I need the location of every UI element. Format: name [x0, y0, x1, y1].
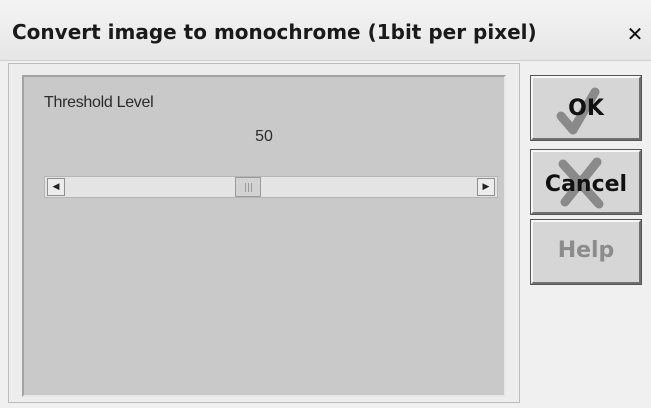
threshold-panel: [22, 75, 506, 397]
cancel-label: Cancel: [544, 172, 628, 197]
right-arrow-icon[interactable]: ▶: [477, 178, 495, 196]
window-title: Convert image to monochrome (1bit per pi…: [12, 20, 537, 44]
close-icon[interactable]: ✕: [625, 24, 645, 44]
cancel-button[interactable]: Cancel: [530, 149, 642, 215]
threshold-value: 50: [255, 128, 273, 145]
threshold-label: Threshold Level: [44, 94, 154, 111]
monochrome-dialog: Convert image to monochrome (1bit per pi…: [0, 0, 651, 408]
scrollbar-thumb[interactable]: [234, 177, 261, 197]
help-button[interactable]: Help: [530, 219, 642, 285]
ok-button[interactable]: OK: [530, 75, 642, 141]
title-bar[interactable]: Convert image to monochrome (1bit per pi…: [0, 0, 651, 61]
left-arrow-icon[interactable]: ◀: [47, 178, 65, 196]
threshold-scrollbar[interactable]: ◀ ▶: [44, 176, 498, 198]
ok-label: OK: [568, 96, 604, 121]
help-label: Help: [557, 238, 615, 263]
